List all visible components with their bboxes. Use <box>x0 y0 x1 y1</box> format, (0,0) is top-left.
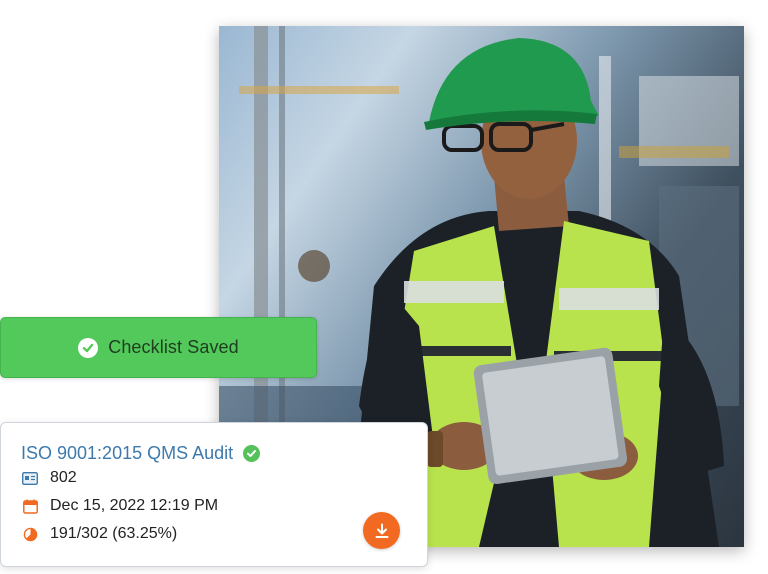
card-header: ISO 9001:2015 QMS Audit <box>21 443 427 464</box>
id-card-icon <box>21 469 39 487</box>
pie-chart-icon <box>21 525 39 543</box>
audit-progress: 191/302 (63.25%) <box>50 525 178 542</box>
audit-id-row: 802 <box>21 464 427 492</box>
download-button[interactable] <box>363 512 400 549</box>
check-circle-icon <box>78 337 99 358</box>
audit-id: 802 <box>50 469 77 486</box>
marketing-composite: Checklist Saved ISO 9001:2015 QMS Audit … <box>0 0 768 574</box>
calendar-icon <box>21 497 39 515</box>
check-circle-icon <box>243 445 261 462</box>
audit-date-row: Dec 15, 2022 12:19 PM <box>21 492 427 520</box>
audit-datetime: Dec 15, 2022 12:19 PM <box>50 497 219 514</box>
checklist-saved-toast: Checklist Saved <box>0 317 317 378</box>
audit-title[interactable]: ISO 9001:2015 QMS Audit <box>21 443 233 464</box>
audit-card[interactable]: ISO 9001:2015 QMS Audit 802 Dec 15, 2022… <box>0 422 428 567</box>
toast-message: Checklist Saved <box>108 337 239 357</box>
download-icon <box>373 522 391 540</box>
